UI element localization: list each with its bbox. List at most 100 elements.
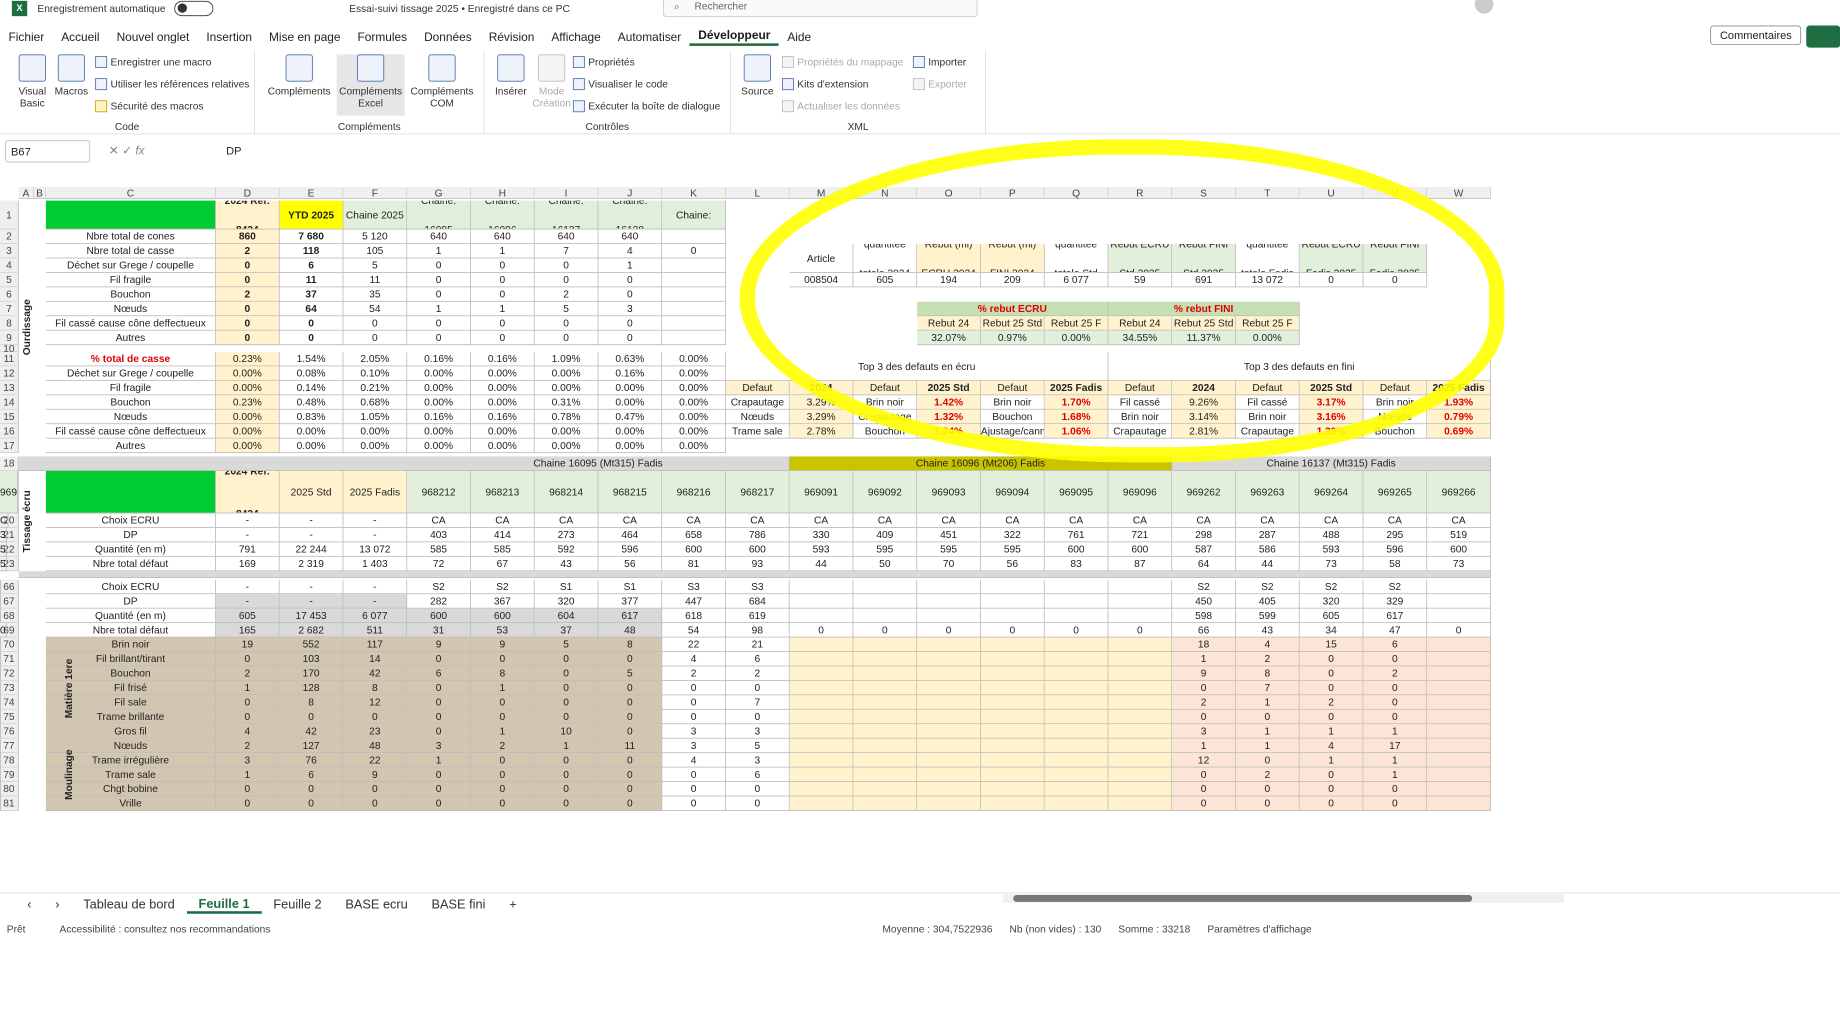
row-label[interactable]: Nœuds <box>45 301 216 317</box>
data-cell[interactable]: 5 <box>0 542 7 557</box>
data-cell[interactable]: 367 <box>470 594 535 609</box>
data-cell[interactable]: 98 <box>725 623 790 638</box>
data-cell[interactable] <box>1427 782 1491 797</box>
top-header-1[interactable]: YTD 2025 <box>279 200 344 230</box>
data-cell[interactable]: 0 <box>470 782 535 797</box>
data-cell[interactable]: CA <box>1172 513 1236 528</box>
data-cell[interactable]: 0 <box>725 709 790 725</box>
data-cell[interactable] <box>853 782 918 797</box>
article-value-4[interactable]: 6 077 <box>1044 272 1109 288</box>
data-cell[interactable]: 4 <box>662 753 726 768</box>
data-cell[interactable]: CA <box>1299 513 1364 528</box>
data-cell[interactable]: 0 <box>598 796 663 811</box>
data-cell[interactable]: 329 <box>1363 594 1428 609</box>
data-cell[interactable]: 0 <box>407 782 471 797</box>
top3-cell[interactable]: Nœuds <box>725 409 790 425</box>
top3-header-9[interactable]: 2025 Std <box>1299 380 1364 396</box>
top3-cell[interactable]: Brin noir <box>1235 409 1300 425</box>
data-cell[interactable] <box>980 651 1045 667</box>
top3-cell[interactable]: 9.26% <box>1172 395 1236 410</box>
data-cell[interactable]: CA <box>1108 513 1173 528</box>
row-header[interactable]: 77 <box>0 738 19 754</box>
data-cell[interactable]: 0 <box>662 767 726 782</box>
article-header-4[interactable]: quantitée totale Std <box>1044 243 1109 273</box>
data-cell[interactable]: 0 <box>662 695 726 710</box>
data-cell[interactable]: 0 <box>215 258 280 273</box>
pct-rebut-value-5[interactable]: 0.00% <box>1235 330 1300 346</box>
pct-cell[interactable]: 0.00% <box>470 424 535 439</box>
data-cell[interactable]: 1 <box>1363 753 1428 768</box>
data-cell[interactable]: 0 <box>534 651 599 667</box>
column-header-F[interactable]: F <box>343 187 408 199</box>
data-cell[interactable]: CA <box>598 513 663 528</box>
data-cell[interactable] <box>1108 782 1173 797</box>
data-cell[interactable] <box>0 738 1 754</box>
data-cell[interactable]: 0 <box>598 287 663 302</box>
row-header[interactable]: 75 <box>0 709 19 725</box>
data-cell[interactable]: 5 <box>0 556 7 572</box>
data-cell[interactable]: S2 <box>407 579 471 595</box>
data-cell[interactable]: 298 <box>1172 527 1236 543</box>
data-cell[interactable]: 127 <box>279 738 344 754</box>
top-header-3[interactable]: Chaine: 16095 <box>407 200 471 230</box>
data-cell[interactable]: 0 <box>279 782 344 797</box>
data-cell[interactable] <box>917 782 981 797</box>
column-header-M[interactable]: M <box>789 187 854 199</box>
data-cell[interactable] <box>917 724 981 739</box>
top-header-2[interactable]: Chaine 2025 <box>343 200 408 230</box>
top3-cell[interactable]: Fil cassé <box>1235 395 1300 410</box>
data-cell[interactable]: 6 <box>1363 637 1428 652</box>
data-cell[interactable]: 600 <box>470 608 535 624</box>
data-cell[interactable]: S1 <box>534 579 599 595</box>
data-cell[interactable] <box>1108 594 1173 609</box>
data-cell[interactable]: 43 <box>1235 623 1300 638</box>
data-cell[interactable] <box>789 680 854 696</box>
data-cell[interactable]: 0 <box>470 258 535 273</box>
data-cell[interactable]: 13 072 <box>343 542 408 557</box>
data-cell[interactable] <box>662 258 726 273</box>
column-header-B[interactable]: B <box>34 187 46 199</box>
top3-header-2[interactable]: Defaut <box>853 380 918 396</box>
data-cell[interactable]: 0 <box>407 709 471 725</box>
data-cell[interactable]: 56 <box>980 556 1045 572</box>
data-cell[interactable] <box>853 796 918 811</box>
top3-header-4[interactable]: Defaut <box>980 380 1045 396</box>
row-header[interactable]: 80 <box>0 782 19 797</box>
data-cell[interactable]: 0 <box>1172 796 1236 811</box>
data-cell[interactable]: 15 <box>1299 637 1364 652</box>
pct-rebut-value-3[interactable]: 34.55% <box>1108 330 1173 346</box>
data-cell[interactable] <box>1044 709 1109 725</box>
data-cell[interactable]: 0 <box>0 623 7 638</box>
data-cell[interactable]: 2 319 <box>279 556 344 572</box>
article-header-2[interactable]: Rebut (ml) ECRU 2024 <box>917 243 981 273</box>
chaine-header-2[interactable]: Chaine 16137 (Mt315) Fadis <box>1172 456 1491 471</box>
data-cell[interactable]: 0 <box>215 272 280 288</box>
data-cell[interactable]: 640 <box>407 229 471 244</box>
data-cell[interactable]: 0 <box>407 316 471 331</box>
data-cell[interactable] <box>853 695 918 710</box>
data-cell[interactable]: 0 <box>343 316 408 331</box>
article-value-3[interactable]: 209 <box>980 272 1045 288</box>
data-cell[interactable]: 0 <box>598 651 663 667</box>
data-cell[interactable]: 0 <box>470 695 535 710</box>
data-cell[interactable]: 4 <box>1235 637 1300 652</box>
pct-cell[interactable]: 0.08% <box>279 366 344 381</box>
row-header[interactable]: 74 <box>0 695 19 710</box>
data-cell[interactable]: 598 <box>1172 608 1236 624</box>
data-cell[interactable] <box>1044 738 1109 754</box>
data-cell[interactable]: 8 <box>470 666 535 681</box>
data-cell[interactable]: 6 <box>279 258 344 273</box>
data-cell[interactable]: 0 <box>215 695 280 710</box>
pct-cell[interactable]: 0.16% <box>407 409 471 425</box>
chaine-header-0[interactable]: Chaine 16095 (Mt315) Fadis <box>407 456 790 471</box>
data-cell[interactable]: 169 <box>215 556 280 572</box>
data-cell[interactable]: 0 <box>407 272 471 288</box>
data-cell[interactable]: 0 <box>534 330 599 346</box>
data-cell[interactable]: 9 <box>470 637 535 652</box>
data-cell[interactable]: 17 <box>1363 738 1428 754</box>
row-label[interactable]: Nœuds <box>45 409 216 425</box>
row-header[interactable]: 1 <box>0 200 19 230</box>
data-cell[interactable]: 414 <box>470 527 535 543</box>
top3-cell[interactable]: 1.06% <box>1044 424 1109 439</box>
data-cell[interactable]: 595 <box>853 542 918 557</box>
